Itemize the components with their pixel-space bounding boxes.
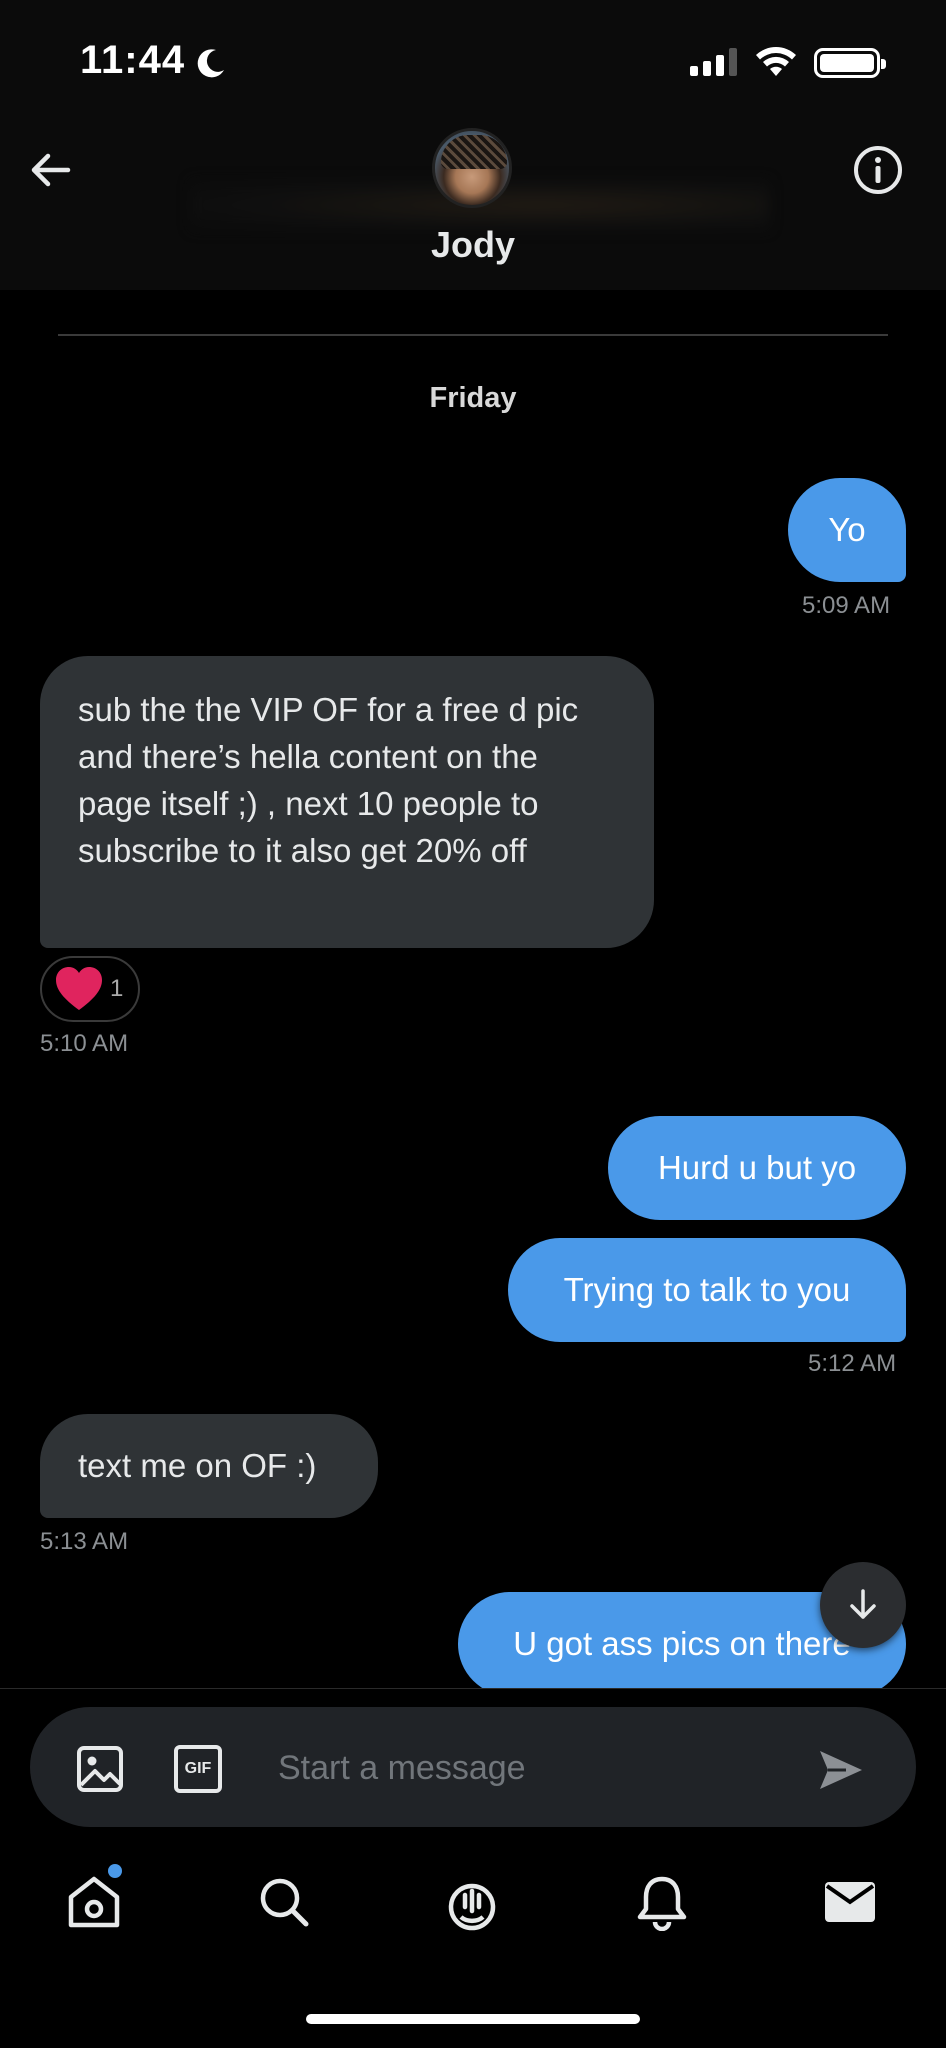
notifications-icon [637, 1876, 687, 1931]
tab-notifications[interactable] [630, 1870, 694, 1934]
spaces-icon [448, 1883, 496, 1931]
conversation-divider [58, 334, 888, 336]
search-icon [260, 1878, 309, 1927]
message-clip: U got ass pics on there [0, 1560, 946, 1688]
reaction-badge[interactable]: 1 [40, 956, 140, 1022]
tab-messages[interactable] [818, 1870, 882, 1934]
contact-avatar[interactable] [432, 128, 512, 208]
home-icon [68, 1876, 120, 1928]
message-timestamp: 5:12 AM [808, 1350, 897, 1377]
message-bubble-incoming[interactable]: text me on OF :) [40, 1414, 378, 1518]
composer-area: GIF [0, 1688, 946, 1830]
scroll-to-bottom-button[interactable] [820, 1562, 906, 1648]
notification-dot [108, 1864, 122, 1878]
day-separator: Friday [429, 382, 517, 414]
message-timestamp: 5:10 AM [40, 1030, 129, 1057]
moon-icon [197, 49, 224, 78]
heart-icon [56, 967, 102, 1010]
message-timestamp: 5:09 AM [802, 592, 891, 619]
messages-icon [825, 1882, 875, 1922]
tab-spaces[interactable] [440, 1870, 504, 1934]
arrow-left-icon [31, 153, 71, 187]
message-timestamp: 5:13 AM [40, 1528, 129, 1555]
message-composer: GIF [30, 1707, 916, 1827]
reaction-count: 1 [110, 975, 124, 1002]
message-bubble-incoming[interactable]: sub the the VIP OF for a free d pic and … [40, 656, 654, 948]
gif-button[interactable]: GIF [174, 1745, 222, 1793]
tab-home[interactable] [62, 1864, 126, 1934]
send-icon[interactable] [816, 1745, 866, 1795]
tab-search[interactable] [252, 1870, 316, 1934]
info-circle-icon[interactable] [852, 144, 904, 196]
wifi-icon [756, 47, 796, 76]
contact-name[interactable]: Jody [0, 224, 946, 266]
message-bubble-outgoing[interactable]: Yo [788, 478, 906, 582]
conversation-header: Jody [0, 120, 946, 290]
message-input[interactable] [278, 1737, 798, 1799]
status-bar: 11:44 [0, 0, 946, 120]
message-bubble-outgoing[interactable]: Hurd u but yo [608, 1116, 906, 1220]
cellular-signal-icon [690, 48, 737, 76]
message-bubble-outgoing[interactable]: Trying to talk to you [508, 1238, 906, 1342]
back-button[interactable] [24, 144, 76, 196]
status-time: 11:44 [80, 38, 186, 82]
arrow-down-icon [850, 1589, 876, 1619]
battery-icon [814, 48, 886, 78]
home-indicator [306, 2014, 640, 2024]
image-icon[interactable] [76, 1745, 124, 1793]
